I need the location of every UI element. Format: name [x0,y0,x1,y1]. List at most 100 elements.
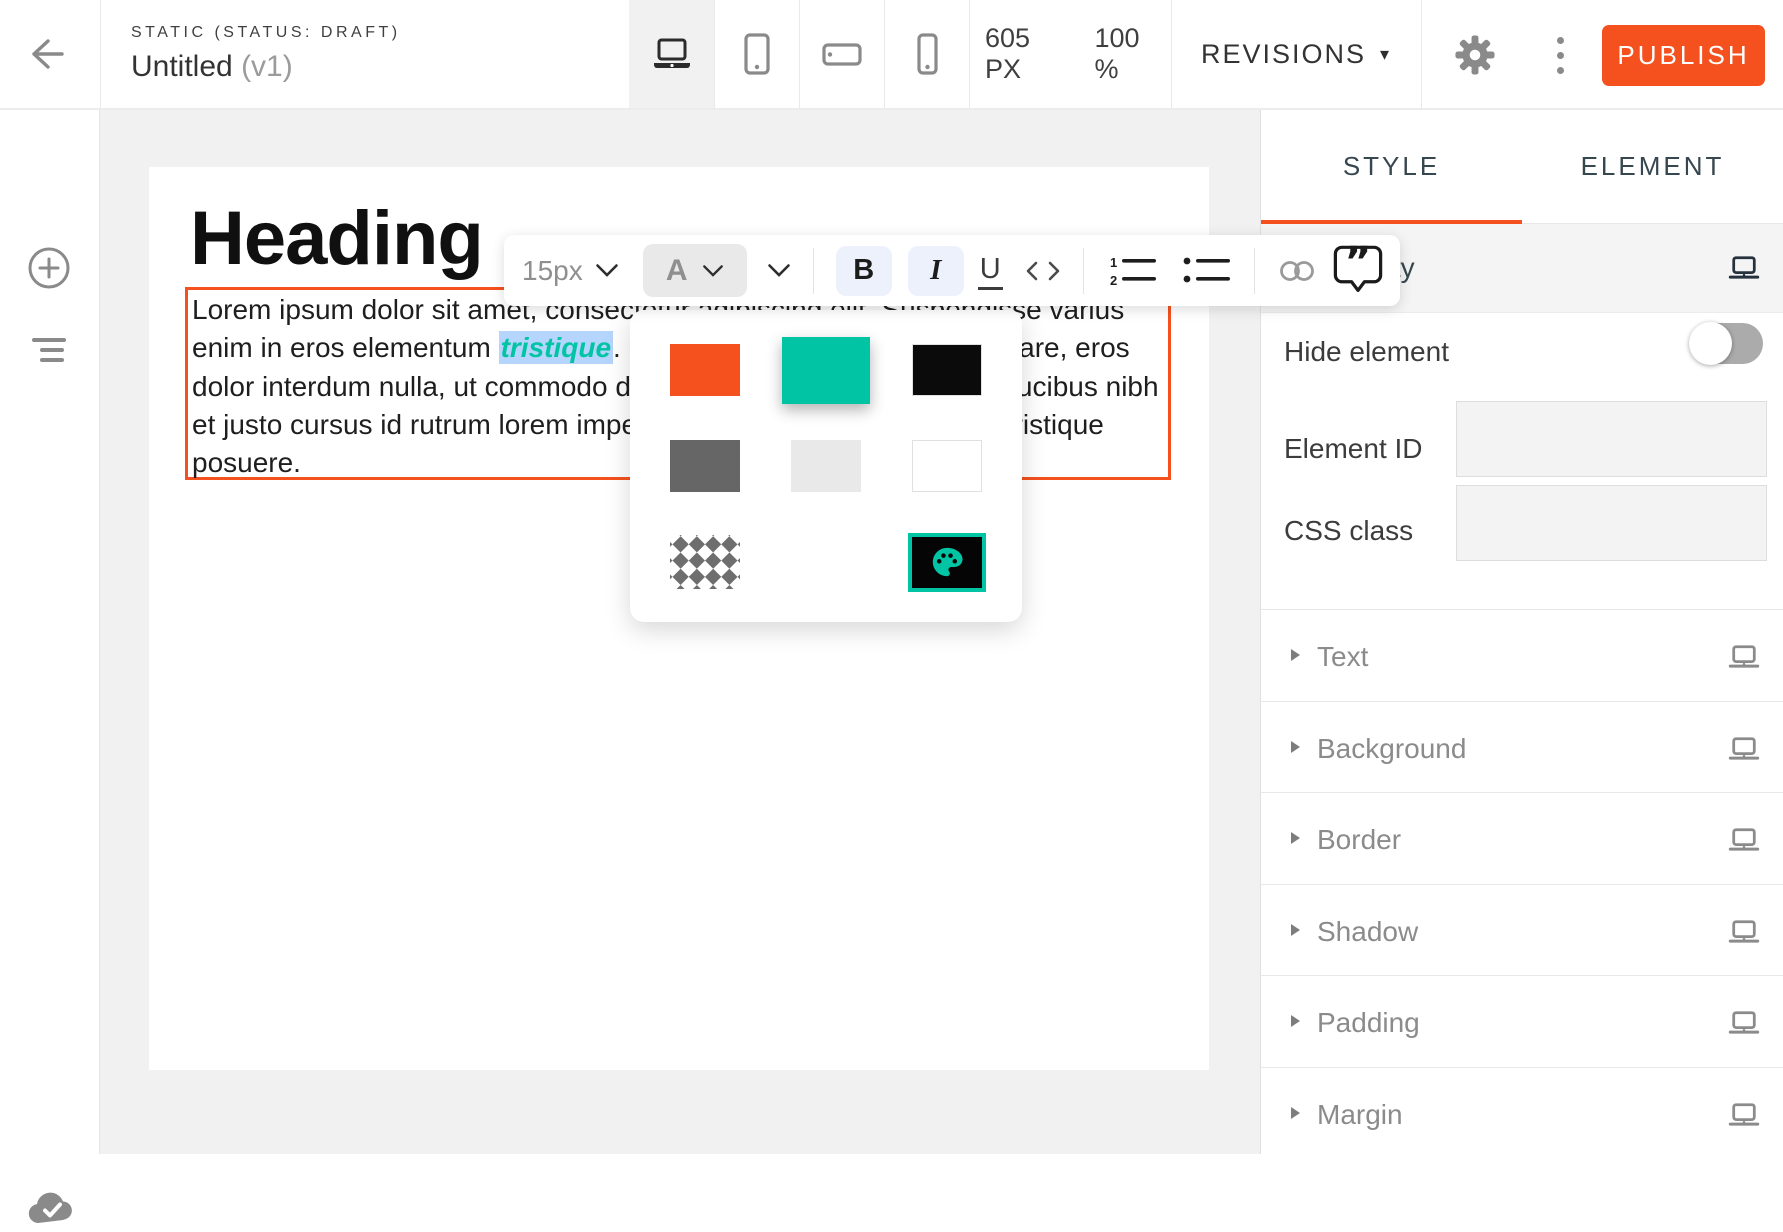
device-scope-icon[interactable] [1728,254,1760,287]
font-size-dropdown[interactable]: 15px [522,255,583,287]
section-background[interactable]: Background [1261,701,1783,793]
canvas-size-indicator: 605 PX 100 % [985,0,1170,108]
section-margin[interactable]: Margin [1261,1067,1783,1159]
device-tablet-button[interactable] [714,0,799,108]
kebab-icon [1557,37,1564,44]
chevron-right-icon [1291,832,1300,844]
page-heading[interactable]: Heading [190,195,483,282]
swatch-transparent[interactable] [670,535,740,589]
device-scope-icon[interactable] [1728,1009,1760,1037]
svg-text:1: 1 [1110,255,1117,270]
element-id-label: Element ID [1284,433,1423,465]
back-button[interactable] [24,34,68,74]
device-tablet-landscape-button[interactable] [799,0,884,108]
svg-text:2: 2 [1110,273,1117,288]
element-id-input[interactable] [1456,401,1767,477]
gear-icon [1452,32,1498,78]
layers-button[interactable] [32,338,66,364]
swatch-cell [887,514,1008,610]
device-scope-icon[interactable] [1728,1101,1760,1129]
caret-down-icon: ▾ [1380,44,1391,65]
section-shadow[interactable]: Shadow [1261,884,1783,976]
settings-button[interactable] [1452,32,1498,78]
device-desktop-button[interactable] [629,0,714,108]
top-bar: STATIC (STATUS: DRAFT) Untitled (v1) [0,0,1783,110]
checker-pattern [670,535,740,589]
swatch-light-gray[interactable] [791,440,861,492]
swatch-dark-gray[interactable] [670,440,740,492]
chevron-down-icon [702,264,724,278]
palette-icon [929,545,965,579]
document-title-block: STATIC (STATUS: DRAFT) Untitled (v1) [131,24,401,84]
section-label: Shadow [1317,916,1418,948]
underline-button[interactable]: U [978,251,1003,290]
more-options-button[interactable] [1548,30,1572,80]
chevron-right-icon [1291,924,1300,936]
quote-bubble-button[interactable]: ” [1331,243,1385,299]
swatch-white[interactable] [912,440,982,492]
ordered-list-icon: 1 2 [1108,253,1158,289]
text-toolbar: 15px A B I U 1 2 [504,235,1400,306]
link-icon [1277,258,1317,284]
bullet-list-button[interactable] [1182,253,1232,289]
color-picker-popup [630,310,1022,622]
cloud-check-icon [22,1185,74,1227]
bold-button[interactable]: B [836,246,892,296]
svg-text:”: ” [1344,243,1371,285]
style-sections: Text Background Border Shadow Padding [1261,609,1783,1158]
left-sidebar [0,110,100,1154]
quote-bubble-icon: ” [1331,243,1385,299]
add-element-button[interactable] [26,245,72,291]
device-scope-icon[interactable] [1728,643,1760,671]
highlight-color-dropdown[interactable] [767,263,791,278]
tab-style[interactable]: STYLE [1261,110,1522,223]
tablet-icon [737,32,777,76]
custom-color-button[interactable] [908,533,986,592]
visibility-fields: Hide element Element ID CSS class [1261,313,1783,609]
device-scope-icon[interactable] [1728,918,1760,946]
section-label: Padding [1317,1007,1420,1039]
chevron-down-icon[interactable] [595,263,619,278]
code-icon [1025,260,1061,282]
panel-tabs: STYLE ELEMENT [1261,110,1783,224]
link-button[interactable] [1277,258,1317,284]
italic-button[interactable]: I [908,246,964,296]
chevron-right-icon [1291,1107,1300,1119]
chevron-right-icon [1291,741,1300,753]
swatch-teal-selected[interactable] [782,337,870,404]
tab-element[interactable]: ELEMENT [1522,110,1783,223]
divider [1083,248,1084,294]
section-text[interactable]: Text [1261,609,1783,701]
css-class-label: CSS class [1284,515,1413,547]
swatch-cell [644,514,765,610]
publish-button[interactable]: PUBLISH [1602,25,1765,86]
chevron-down-icon [767,263,791,278]
chevron-right-icon [1291,649,1300,661]
swatch-cell [765,418,886,514]
section-label: Text [1317,641,1368,673]
swatch-orange[interactable] [670,344,740,396]
hide-element-toggle[interactable] [1691,323,1763,364]
device-scope-icon[interactable] [1728,735,1760,763]
swatch-cell [765,514,886,610]
swatch-cell [765,322,886,418]
swatch-cell [644,322,765,418]
device-scope-icon[interactable] [1728,826,1760,854]
section-padding[interactable]: Padding [1261,975,1783,1067]
section-border[interactable]: Border [1261,792,1783,884]
highlighted-word: tristique [499,331,613,364]
document-title: Untitled (v1) [131,50,401,84]
revisions-dropdown[interactable]: REVISIONS ▾ [1171,0,1421,108]
text-color-button[interactable]: A [643,244,747,297]
device-mobile-button[interactable] [884,0,969,108]
ordered-list-button[interactable]: 1 2 [1108,253,1158,289]
bullet-list-icon [1182,253,1232,289]
code-button[interactable] [1025,260,1061,282]
version-label: (v1) [241,50,293,83]
zoom-level-value: 100 % [1094,23,1170,85]
swatch-black[interactable] [912,344,982,396]
plus-circle-icon [26,245,72,291]
toggle-knob [1689,322,1732,365]
css-class-input[interactable] [1456,485,1767,561]
divider [1254,248,1255,294]
